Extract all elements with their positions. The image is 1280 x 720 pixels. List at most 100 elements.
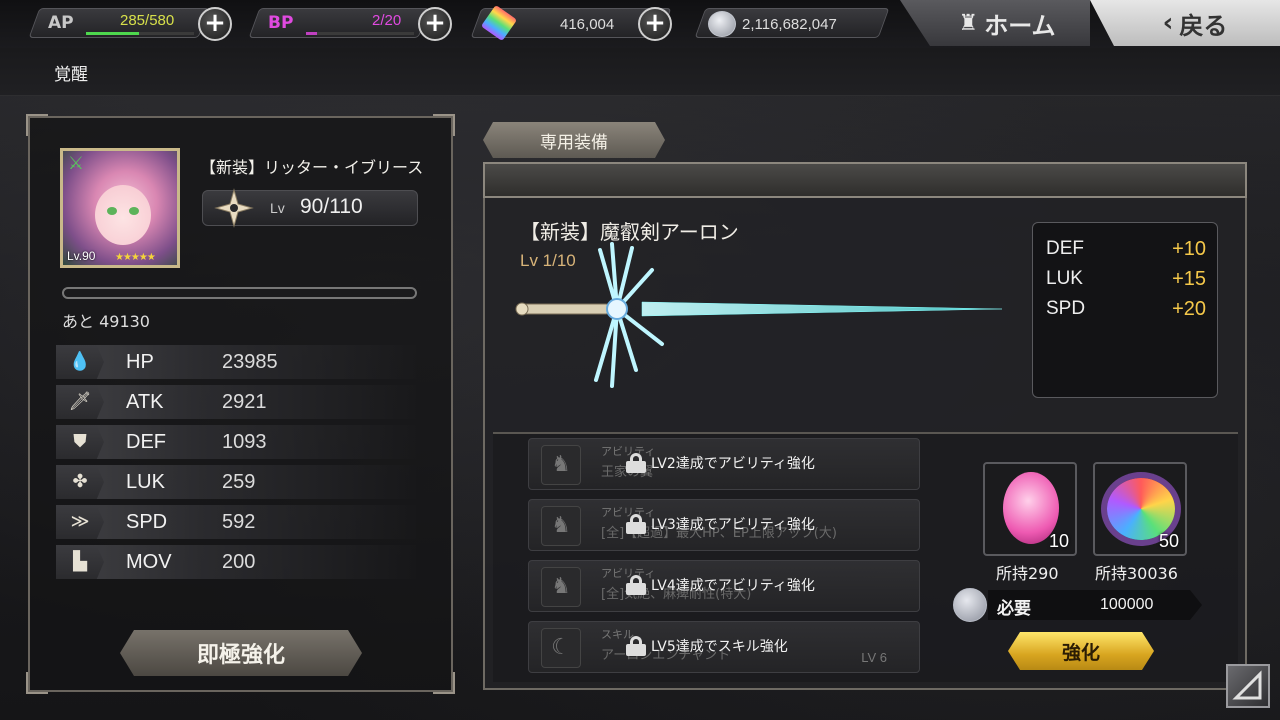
stat-name: DEF	[126, 431, 166, 453]
sword-icon	[515, 242, 1003, 388]
back-button[interactable]: ‹ 戻る	[1090, 0, 1280, 46]
material-owned: 所持290	[996, 564, 1059, 583]
stat-value: 200	[222, 551, 256, 573]
corner-ornament	[26, 672, 48, 694]
ability-lock: LV5達成でスキル強化	[625, 636, 788, 656]
stat-value: 592	[222, 511, 256, 533]
bonus-stat-name: LUK	[1046, 268, 1083, 289]
stat-row-hp: 💧 HP 23985	[56, 345, 416, 379]
portrait-level: Lv.90	[67, 249, 96, 263]
stat-value: 2921	[222, 391, 267, 413]
silver-coin-icon	[953, 588, 987, 622]
bonus-stat-value: +20	[1172, 298, 1206, 320]
stat-row-atk: 🗡 ATK 2921	[56, 385, 416, 419]
bonus-stat-value: +15	[1172, 268, 1206, 290]
bonus-row: LUK +15	[1046, 266, 1206, 294]
ability-icon: ♞	[541, 445, 581, 485]
sub-header: 覚醒	[0, 48, 1280, 96]
top-bar: AP 285/580 + BP 2/20 + 416,004 + 2,116,6…	[0, 0, 1280, 48]
skill-icon: ☾	[541, 628, 581, 668]
ap-value: 285/580	[120, 12, 175, 29]
castle-icon: ♜	[958, 10, 979, 36]
drop-icon: 💧	[56, 345, 104, 379]
back-label: 戻る	[1179, 11, 1228, 40]
gem-add-button[interactable]: +	[638, 7, 672, 41]
awakening-emblem-icon	[214, 188, 254, 228]
bp-value: 2/20	[372, 12, 402, 29]
stat-row-mov: ▙ MOV 200	[56, 545, 416, 579]
exp-remaining: あと 49130	[62, 312, 150, 331]
bp-label: BP	[268, 13, 294, 33]
material-owned: 所持30036	[1095, 564, 1178, 583]
corner-ornament	[433, 672, 455, 694]
bp-bar-fill	[306, 32, 317, 35]
stat-name: HP	[126, 351, 154, 373]
bonus-row: DEF +10	[1046, 236, 1206, 264]
ability-row[interactable]: ☾ スキル アーロンエンチャント LV5達成でスキル強化 LV 6	[528, 621, 920, 673]
lock-icon	[625, 636, 647, 656]
ability-unlock-text: LV2達成でアビリティ強化	[651, 456, 815, 472]
corner-ornament	[433, 114, 455, 136]
stat-row-luk: ✤ LUK 259	[56, 465, 416, 499]
chevron-left-icon: ‹	[1162, 8, 1174, 38]
ap-label: AP	[48, 13, 74, 33]
rarity-stars: ★★★★★	[115, 252, 156, 263]
ability-row[interactable]: ♞ アビリティ [全]【超過】最大HP、EP上限アップ(大) LV3達成でアビリティ強…	[528, 499, 920, 551]
weapon-type-icon: ⚔	[67, 153, 85, 174]
level-value: 90/110	[300, 195, 363, 218]
character-portrait[interactable]: ⚔ Lv.90 ★★★★★	[60, 148, 180, 268]
bonus-stat-name: DEF	[1046, 238, 1084, 259]
instant-max-enhance-label: 即極強化	[196, 643, 285, 668]
bp-bar	[306, 32, 414, 35]
ap-bar	[86, 32, 194, 35]
tab-label: 専用装備	[540, 132, 608, 153]
silver-coin-icon	[708, 11, 736, 37]
instant-max-enhance-button[interactable]: 即極強化	[120, 630, 362, 676]
gem-value: 416,004	[560, 16, 615, 33]
ability-icon: ♞	[541, 567, 581, 607]
stat-name: ATK	[126, 391, 164, 413]
lock-icon	[625, 514, 647, 534]
character-name: 【新装】リッター・イブリース	[200, 158, 424, 177]
ap-add-button[interactable]: +	[198, 7, 232, 41]
ability-lock: LV3達成でアビリティ強化	[625, 514, 815, 534]
sword-icon: 🗡	[56, 385, 104, 419]
stat-row-def: ⛊ DEF 1093	[56, 425, 416, 459]
level-label: Lv	[270, 200, 285, 216]
page-title: 覚醒	[54, 65, 88, 85]
material-slot[interactable]: 50	[1093, 462, 1187, 556]
ability-row[interactable]: ♞ アビリティ [全]気絶、麻痺耐性(特大) LV4達成でアビリティ強化	[528, 560, 920, 612]
corner-ornament	[26, 114, 48, 136]
exp-bar	[62, 287, 417, 299]
material-slot[interactable]: 10	[983, 462, 1077, 556]
bp-add-button[interactable]: +	[418, 7, 452, 41]
lock-icon	[625, 575, 647, 595]
bonus-stat-value: +10	[1172, 238, 1206, 260]
enhance-label: 強化	[1061, 641, 1100, 664]
character-face	[95, 185, 151, 245]
ability-row[interactable]: ♞アビリティ王家の翼LV2達成でアビリティ強化	[528, 438, 920, 490]
bonus-stat-name: SPD	[1046, 298, 1086, 319]
boot-icon: ▙	[56, 545, 104, 579]
stat-name: LUK	[126, 471, 165, 493]
lock-icon	[625, 453, 647, 473]
triangle-icon	[1232, 670, 1262, 700]
corner-menu-button[interactable]	[1226, 664, 1270, 708]
enhance-button[interactable]: 強化	[1008, 632, 1154, 670]
ability-icon: ♞	[541, 506, 581, 546]
stat-value: 1093	[222, 431, 267, 453]
tab-exclusive-equipment[interactable]: 専用装備	[483, 122, 665, 158]
shield-icon: ⛊	[56, 425, 104, 459]
speed-icon: ≫	[56, 505, 104, 539]
ability-lock: LV2達成でアビリティ強化	[625, 453, 815, 473]
home-button[interactable]: ♜ ホーム	[900, 0, 1090, 46]
ability-unlock-text: LV5達成でスキル強化	[651, 639, 788, 655]
stat-value: 23985	[222, 351, 278, 373]
ability-unlock-text: LV3達成でアビリティ強化	[651, 517, 815, 533]
bonus-row: SPD +20	[1046, 296, 1206, 324]
required-value: 100000	[1100, 596, 1154, 613]
stat-value: 259	[222, 471, 256, 493]
ability-level: LV 6	[861, 650, 887, 665]
material-count: 10	[1048, 531, 1069, 551]
material-count: 50	[1158, 531, 1179, 551]
